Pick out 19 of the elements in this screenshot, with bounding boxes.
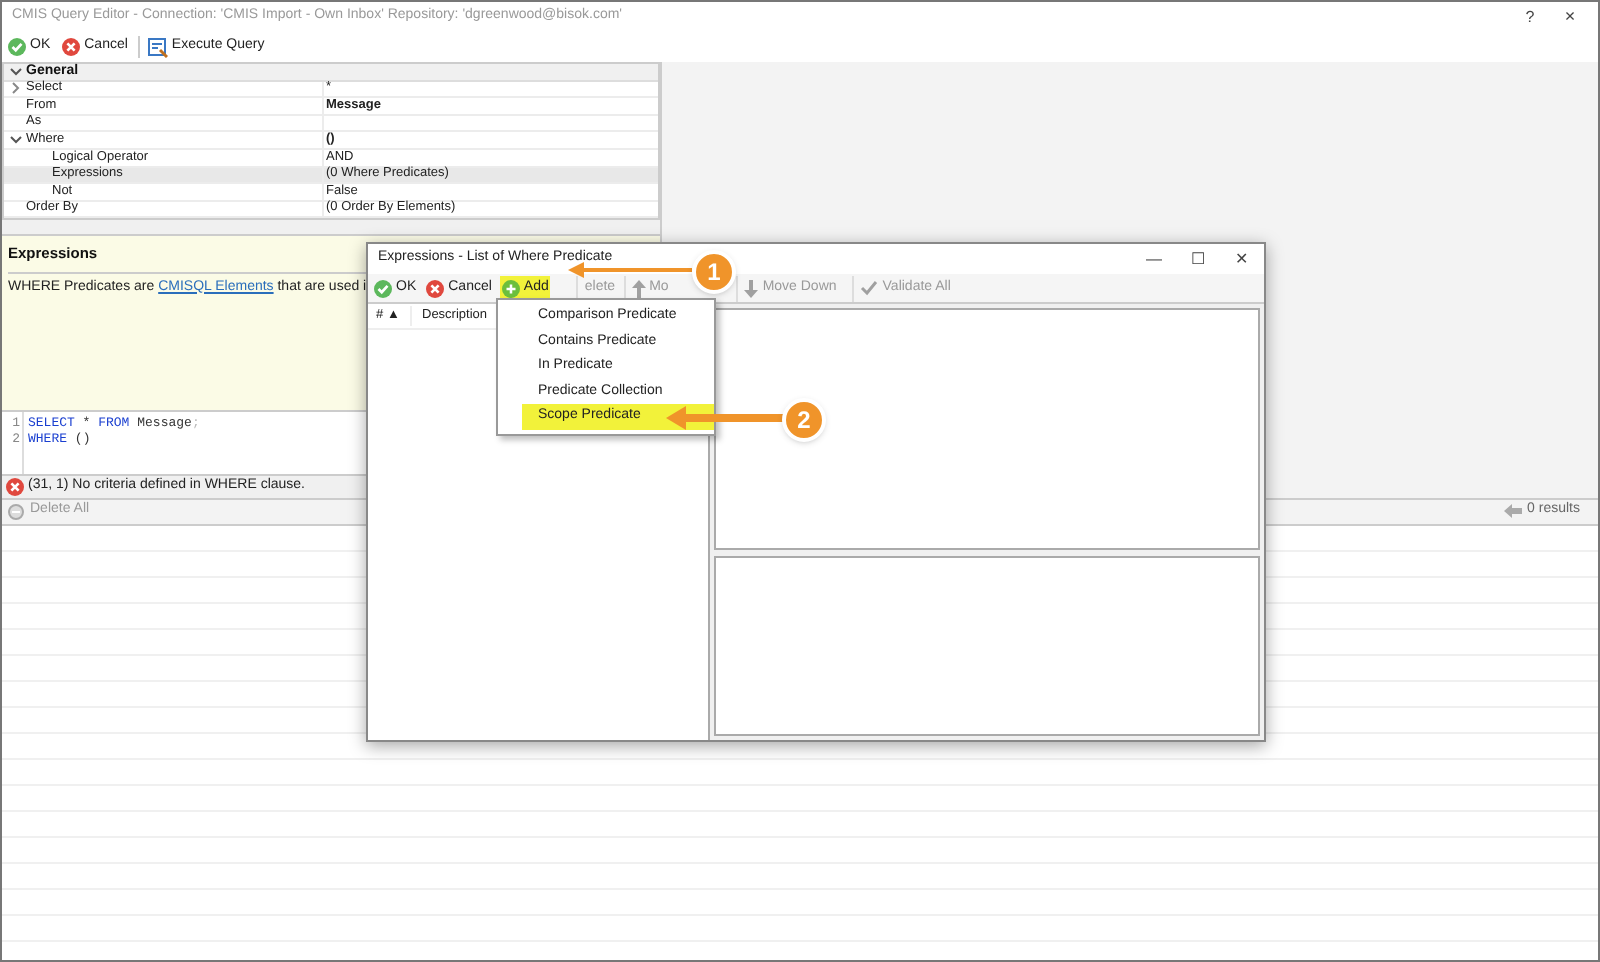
- expand-icon[interactable]: [11, 82, 19, 95]
- down-arrow-icon: [744, 279, 759, 297]
- minimize-button[interactable]: —: [1132, 247, 1176, 271]
- callout-arrow: [666, 406, 786, 430]
- help-button[interactable]: ?: [1508, 5, 1552, 29]
- query-icon: [147, 37, 168, 57]
- cancel-icon: [426, 279, 445, 297]
- callout-arrow: [568, 262, 692, 278]
- left-arrow-icon[interactable]: [1503, 504, 1522, 518]
- check-icon: [860, 280, 879, 296]
- cancel-icon: [62, 38, 81, 56]
- maximize-button[interactable]: ☐: [1176, 247, 1220, 271]
- check-icon: [8, 38, 26, 56]
- collapse-icon[interactable]: [9, 67, 21, 76]
- minus-icon: [8, 503, 24, 519]
- close-button[interactable]: ✕: [1220, 247, 1264, 271]
- check-icon: [374, 279, 392, 297]
- collapse-icon[interactable]: [9, 136, 21, 145]
- close-button[interactable]: ×: [1552, 3, 1588, 31]
